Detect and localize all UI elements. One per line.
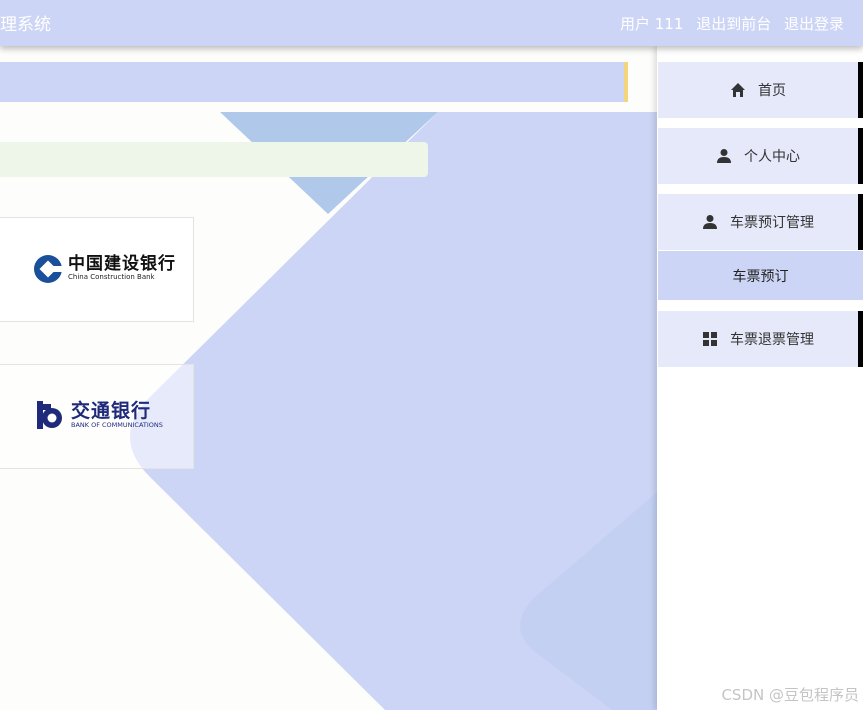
- sidebar-item-personal-center[interactable]: 个人中心: [658, 128, 863, 184]
- sidebar: 首页 个人中心 车票预订管理 车票预订 车票退票管理: [657, 46, 863, 710]
- ccb-logo: 中国建设银行 China Construction Bank: [33, 254, 176, 284]
- bocom-name-cn: 交通银行: [71, 399, 152, 422]
- sidebar-item-refund-management[interactable]: 车票退票管理: [658, 311, 863, 367]
- main-content: 中国建设银行 China Construction Bank 交通银行 BANK…: [0, 52, 657, 710]
- user-label: 用户 111: [620, 15, 684, 33]
- ccb-name-en: China Construction Bank: [68, 273, 155, 281]
- back-to-frontend-link[interactable]: 退出到前台: [696, 15, 771, 33]
- bocom-emblem-icon: [37, 401, 62, 429]
- app-title: 理系统: [0, 15, 51, 35]
- sidebar-item-label: 车票预订管理: [730, 215, 814, 231]
- sidebar-item-home[interactable]: 首页: [658, 62, 863, 118]
- sidebar-item-label: 车票退票管理: [730, 332, 814, 348]
- sidebar-subitem-ticket-booking[interactable]: 车票预订: [658, 251, 863, 300]
- top-header: 理系统 用户 111 退出到前台 退出登录: [0, 0, 863, 46]
- sidebar-item-booking-management[interactable]: 车票预订管理: [658, 194, 863, 250]
- user-icon: [717, 149, 731, 163]
- bocom-name-en: BANK OF COMMUNICATIONS: [71, 420, 163, 429]
- ccb-name-cn: 中国建设银行: [68, 254, 176, 274]
- sidebar-subitem-label: 车票预订: [732, 268, 789, 285]
- bocom-logo: 交通银行 BANK OF COMMUNICATIONS: [35, 399, 163, 431]
- breadcrumb-bar: [0, 62, 628, 102]
- bank-option-bocom[interactable]: 交通银行 BANK OF COMMUNICATIONS: [0, 364, 194, 469]
- watermark: CSDN @豆包程序员: [721, 686, 859, 704]
- sidebar-item-label: 首页: [758, 83, 786, 99]
- bank-option-ccb[interactable]: 中国建设银行 China Construction Bank: [0, 217, 194, 322]
- notice-bar: [0, 142, 428, 177]
- home-icon: [731, 83, 745, 97]
- sidebar-item-label: 个人中心: [744, 149, 800, 165]
- ccb-emblem-icon: [34, 255, 63, 283]
- header-actions: 用户 111 退出到前台 退出登录: [612, 13, 844, 34]
- grid-icon: [703, 332, 717, 346]
- user-icon: [703, 215, 717, 229]
- logout-link[interactable]: 退出登录: [784, 15, 844, 33]
